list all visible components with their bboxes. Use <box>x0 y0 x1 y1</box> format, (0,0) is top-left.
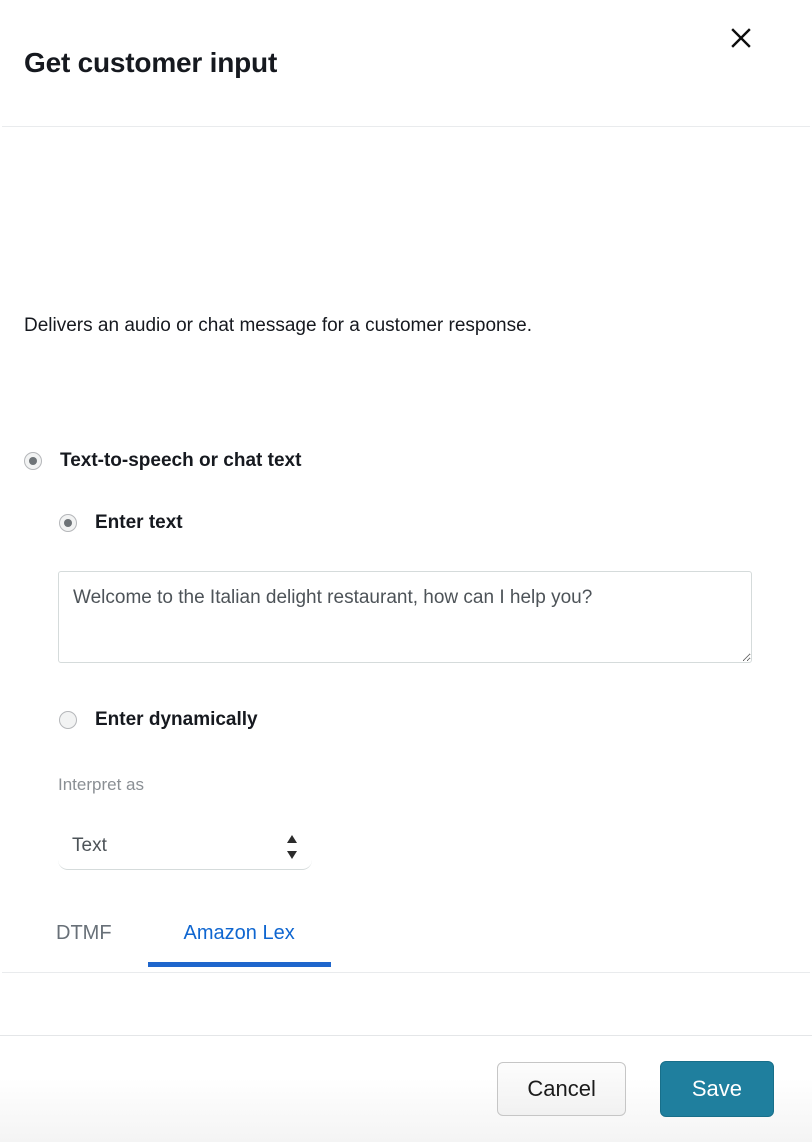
tab-dtmf-label: DTMF <box>56 922 112 944</box>
dialog-header: Get customer input <box>0 0 812 127</box>
dialog-footer: Cancel Save <box>0 1035 812 1142</box>
message-textarea-wrapper <box>58 571 752 663</box>
dialog-body: Delivers an audio or chat message for a … <box>0 127 812 1142</box>
radio-mark-text-to-speech[interactable] <box>24 452 42 470</box>
cancel-button[interactable]: Cancel <box>497 1062 626 1116</box>
radio-enter-dynamically[interactable]: Enter dynamically <box>59 709 258 731</box>
radio-label-text-to-speech: Text-to-speech or chat text <box>60 450 302 471</box>
message-textarea[interactable] <box>58 571 752 663</box>
interpret-as-selected-value: Text <box>72 835 107 856</box>
radio-mark-enter-dynamically[interactable] <box>59 711 77 729</box>
close-button[interactable] <box>725 22 757 54</box>
radio-label-enter-text: Enter text <box>95 512 183 533</box>
get-customer-input-dialog: Get customer input Delivers an audio or … <box>0 0 812 1142</box>
close-icon <box>730 27 752 49</box>
interpret-as-select[interactable]: Text <box>58 826 312 870</box>
radio-label-enter-dynamically: Enter dynamically <box>95 709 258 730</box>
tabs-divider <box>2 972 810 973</box>
dialog-description: Delivers an audio or chat message for a … <box>24 315 532 336</box>
save-button[interactable]: Save <box>659 1061 774 1117</box>
tab-dtmf[interactable]: DTMF <box>24 922 148 967</box>
tab-amazon-lex-label: Amazon Lex <box>183 922 295 944</box>
radio-mark-enter-text[interactable] <box>59 514 77 532</box>
page-title: Get customer input <box>24 47 278 78</box>
tab-amazon-lex[interactable]: Amazon Lex <box>147 922 331 967</box>
radio-text-to-speech-or-chat-text[interactable]: Text-to-speech or chat text <box>24 450 301 472</box>
radio-enter-text[interactable]: Enter text <box>59 512 183 534</box>
interpret-as-label: Interpret as <box>58 775 144 794</box>
updown-arrows-icon[interactable] <box>286 834 298 860</box>
tab-bar: DTMF Amazon Lex <box>24 922 331 967</box>
